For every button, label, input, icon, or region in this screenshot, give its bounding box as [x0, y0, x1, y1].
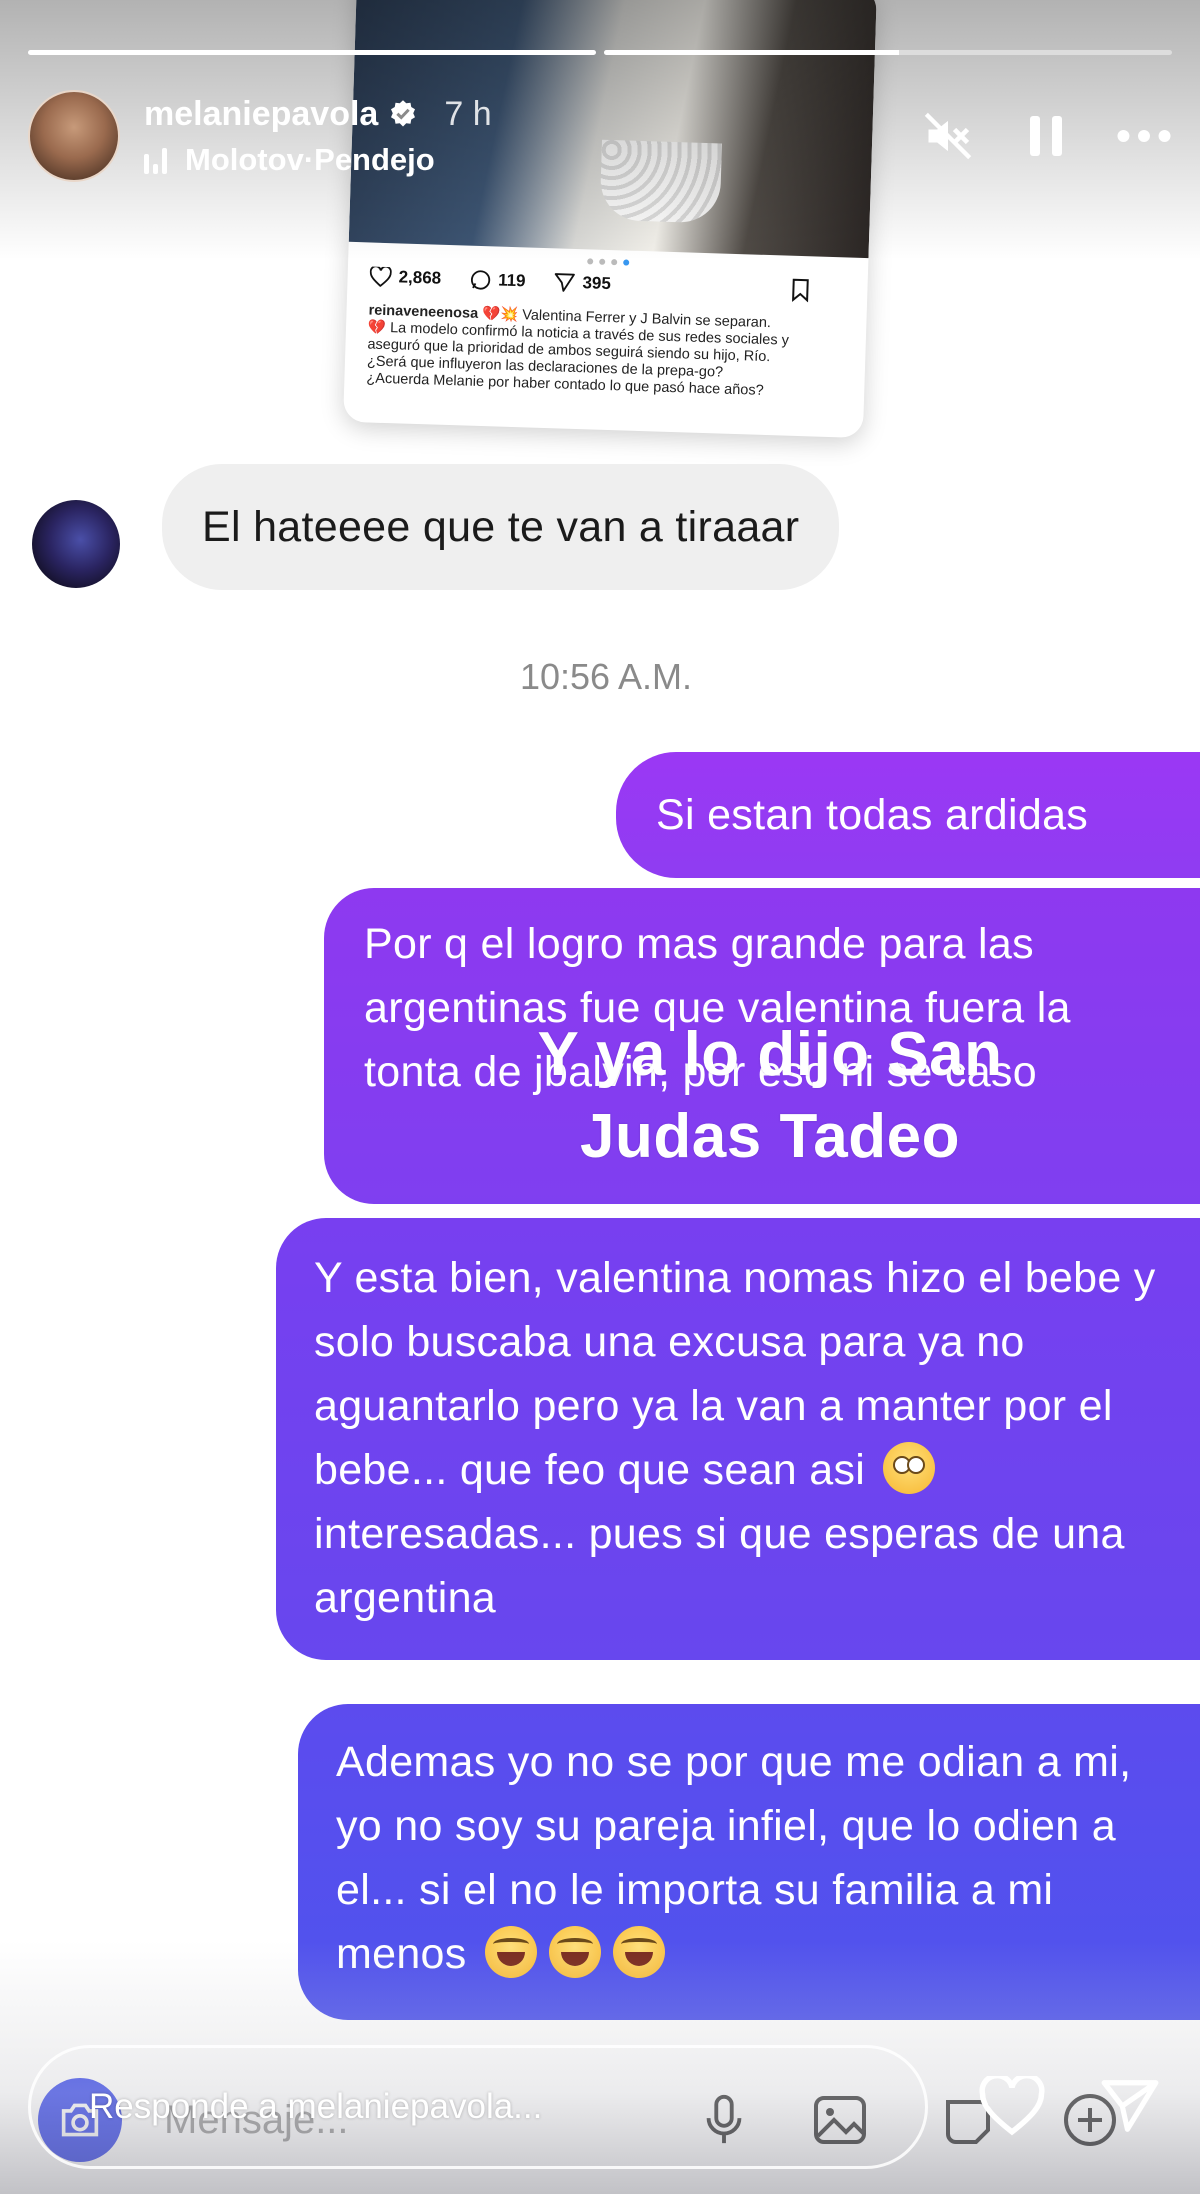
send-icon [554, 273, 575, 292]
outgoing-message: Ademas yo no se por que me odian a mi, y… [298, 1704, 1200, 2020]
send-icon[interactable] [1094, 2070, 1166, 2142]
message-timestamp: 10:56 A.M. [519, 656, 693, 697]
outgoing-message: Si estan todas ardidas [616, 752, 1200, 878]
heart-icon[interactable] [976, 2070, 1048, 2142]
overlay-line: Judas Tadeo [580, 1102, 960, 1171]
story-text-overlay: Y ya lo dijo San Judas Tadeo [300, 1014, 1200, 1178]
reply-placeholder: Responde a melaniepavola... [89, 2087, 543, 2126]
shared-post-screenshot: 2,868 119 395 reinaveneenosa 💔💥 Valentin… [343, 0, 877, 439]
story-progress [28, 50, 1172, 55]
outgoing-message: Y esta bien, valentina nomas hizo el beb… [276, 1218, 1200, 1660]
music-artist: Molotov [185, 141, 304, 177]
incoming-message: El hateeee que te van a tiraaar [162, 464, 840, 590]
pause-icon[interactable] [1018, 108, 1074, 164]
post-comments: 119 [469, 269, 526, 293]
music-bars-icon [144, 146, 167, 174]
music-song: Pendejo [314, 141, 435, 177]
overlay-line: Y ya lo dijo San [537, 1020, 1003, 1089]
post-time: 7 h [444, 94, 492, 133]
more-horizontal-icon[interactable] [1116, 108, 1172, 164]
story-reply-input[interactable]: Responde a melaniepavola... [28, 2045, 928, 2169]
progress-segment [28, 50, 596, 55]
rofl-emoji-icon [612, 1926, 665, 1978]
verified-badge-icon [391, 100, 416, 127]
progress-segment [604, 50, 1172, 55]
rofl-emoji-icon [548, 1926, 601, 1978]
post-caption: reinaveneenosa 💔💥 Valentina Ferrer y J B… [366, 302, 790, 399]
bookmark-icon [790, 278, 818, 303]
sender-avatar [32, 500, 120, 588]
rolling-eyes-emoji-icon [883, 1442, 936, 1494]
comment-icon [470, 270, 490, 290]
username[interactable]: melaniepavola [144, 95, 378, 134]
music-attribution[interactable]: Molotov · Pendejo [144, 142, 492, 178]
speaker-muted-icon[interactable] [920, 108, 976, 164]
post-likes: 2,868 [369, 266, 441, 288]
avatar[interactable] [28, 90, 120, 182]
story-header: melaniepavola 7 h Molotov · Pendejo [28, 88, 1172, 184]
rofl-emoji-icon [484, 1926, 537, 1978]
music-separator: · [303, 141, 315, 177]
story-meta: melaniepavola 7 h Molotov · Pendejo [144, 95, 492, 178]
heart-icon [369, 266, 392, 288]
post-shares: 395 [553, 271, 611, 295]
